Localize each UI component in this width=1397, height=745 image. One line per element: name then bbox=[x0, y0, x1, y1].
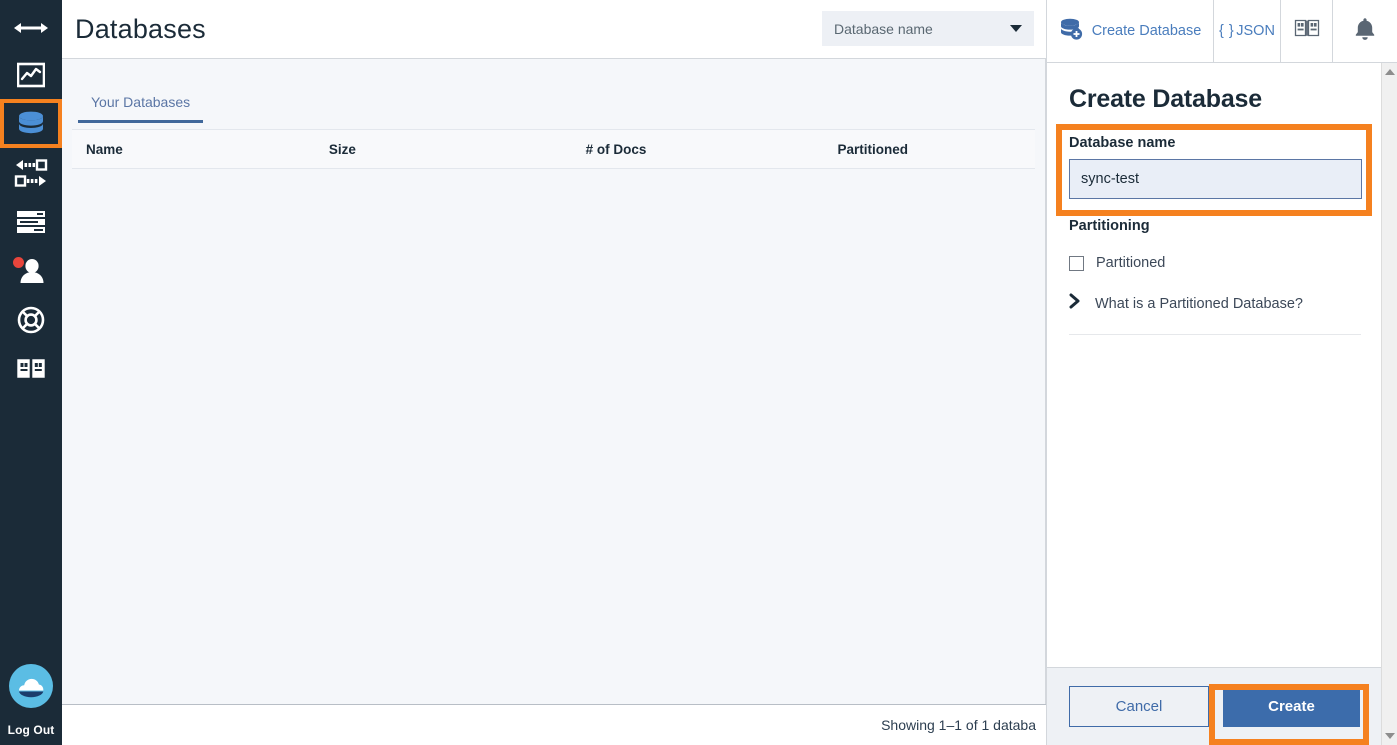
database-name-label: Database name bbox=[1069, 135, 1375, 151]
partitioned-checkbox[interactable] bbox=[1069, 256, 1084, 271]
page-title: Databases bbox=[75, 14, 206, 45]
server-rack-icon bbox=[16, 209, 46, 235]
main-content: Databases Database name Your Databases N… bbox=[62, 0, 1046, 745]
partitioned-checkbox-row[interactable]: Partitioned bbox=[1069, 255, 1375, 271]
notifications-button[interactable] bbox=[1333, 0, 1396, 62]
json-label: JSON bbox=[1236, 23, 1275, 39]
replication-arrows-icon bbox=[14, 158, 48, 188]
lifebuoy-icon bbox=[17, 306, 45, 334]
what-is-partitioned-database-label: What is a Partitioned Database? bbox=[1095, 296, 1303, 312]
curly-braces-icon: { } bbox=[1219, 23, 1234, 39]
form-divider bbox=[1069, 334, 1361, 335]
sidebar-item-docs[interactable] bbox=[0, 344, 62, 393]
chevron-down-icon bbox=[1010, 25, 1022, 32]
column-header-num-docs[interactable]: # of Docs bbox=[586, 142, 838, 157]
sidebar-item-cluster[interactable] bbox=[0, 197, 62, 246]
panel-scroll-area: Create Database Database name Partitioni… bbox=[1047, 63, 1397, 666]
sidebar-item-toggle-nav[interactable] bbox=[0, 6, 62, 50]
chevron-right-icon bbox=[1069, 293, 1081, 314]
database-name-select[interactable]: Database name bbox=[822, 11, 1034, 46]
main-footer: Showing 1–1 of 1 databa bbox=[62, 704, 1046, 745]
arrows-horizontal-icon bbox=[14, 20, 48, 36]
docs-button[interactable] bbox=[1281, 0, 1333, 62]
what-is-partitioned-database-link[interactable]: What is a Partitioned Database? bbox=[1069, 293, 1375, 314]
triangle-up-icon bbox=[1385, 69, 1395, 75]
scroll-down-button[interactable] bbox=[1382, 728, 1397, 744]
database-name-field-block: Database name bbox=[1069, 131, 1375, 208]
cloudant-logo[interactable] bbox=[0, 657, 62, 719]
create-database-label: Create Database bbox=[1092, 23, 1202, 39]
panel-form: Create Database Database name Partitioni… bbox=[1047, 63, 1397, 335]
partitioned-checkbox-label: Partitioned bbox=[1096, 255, 1165, 271]
create-button[interactable]: Create bbox=[1223, 686, 1360, 727]
panel-toolbar: Create Database { } JSON bbox=[1047, 0, 1397, 63]
panel-title: Create Database bbox=[1069, 85, 1375, 114]
create-database-panel: Create Database { } JSON bbox=[1046, 0, 1397, 745]
left-sidebar: Log Out bbox=[0, 0, 62, 745]
table-header-row: Name Size # of Docs Partitioned bbox=[72, 129, 1035, 169]
open-book-icon bbox=[1294, 18, 1320, 44]
sidebar-item-databases[interactable] bbox=[0, 99, 62, 148]
database-name-input[interactable] bbox=[1069, 159, 1362, 199]
notification-badge-dot bbox=[13, 257, 24, 268]
column-header-partitioned[interactable]: Partitioned bbox=[837, 142, 1035, 157]
main-body: Your Databases Name Size # of Docs Parti… bbox=[62, 59, 1046, 704]
bell-icon bbox=[1354, 17, 1376, 46]
create-database-button[interactable]: Create Database bbox=[1047, 0, 1214, 62]
column-header-size[interactable]: Size bbox=[329, 142, 586, 157]
open-book-icon bbox=[16, 357, 46, 381]
results-count-label: Showing 1–1 of 1 databa bbox=[881, 717, 1046, 733]
json-button[interactable]: { } JSON bbox=[1214, 0, 1281, 62]
chart-metrics-icon bbox=[17, 62, 45, 88]
panel-vertical-scrollbar[interactable] bbox=[1381, 63, 1397, 745]
main-header: Databases Database name bbox=[62, 0, 1046, 59]
scroll-up-button[interactable] bbox=[1382, 64, 1397, 80]
database-stack-icon bbox=[16, 110, 46, 138]
database-add-icon bbox=[1059, 18, 1083, 45]
column-header-name[interactable]: Name bbox=[72, 142, 329, 157]
tab-your-databases[interactable]: Your Databases bbox=[78, 94, 203, 123]
triangle-down-icon bbox=[1385, 733, 1395, 739]
cloudant-cloud-logo bbox=[8, 663, 54, 714]
sidebar-item-support[interactable] bbox=[0, 295, 62, 344]
app-root: Log Out Databases Database name Your Dat… bbox=[0, 0, 1397, 745]
tabs-row: Your Databases bbox=[62, 59, 1045, 123]
sidebar-item-account[interactable] bbox=[0, 246, 62, 295]
sidebar-item-monitoring[interactable] bbox=[0, 50, 62, 99]
sidebar-item-replication[interactable] bbox=[0, 148, 62, 197]
databases-table: Name Size # of Docs Partitioned bbox=[72, 129, 1035, 169]
panel-footer: Cancel Create bbox=[1047, 667, 1397, 745]
database-name-select-value: Database name bbox=[834, 21, 1010, 37]
partitioning-section-label: Partitioning bbox=[1069, 218, 1375, 234]
cancel-button[interactable]: Cancel bbox=[1069, 686, 1209, 727]
logout-button[interactable]: Log Out bbox=[0, 723, 62, 745]
